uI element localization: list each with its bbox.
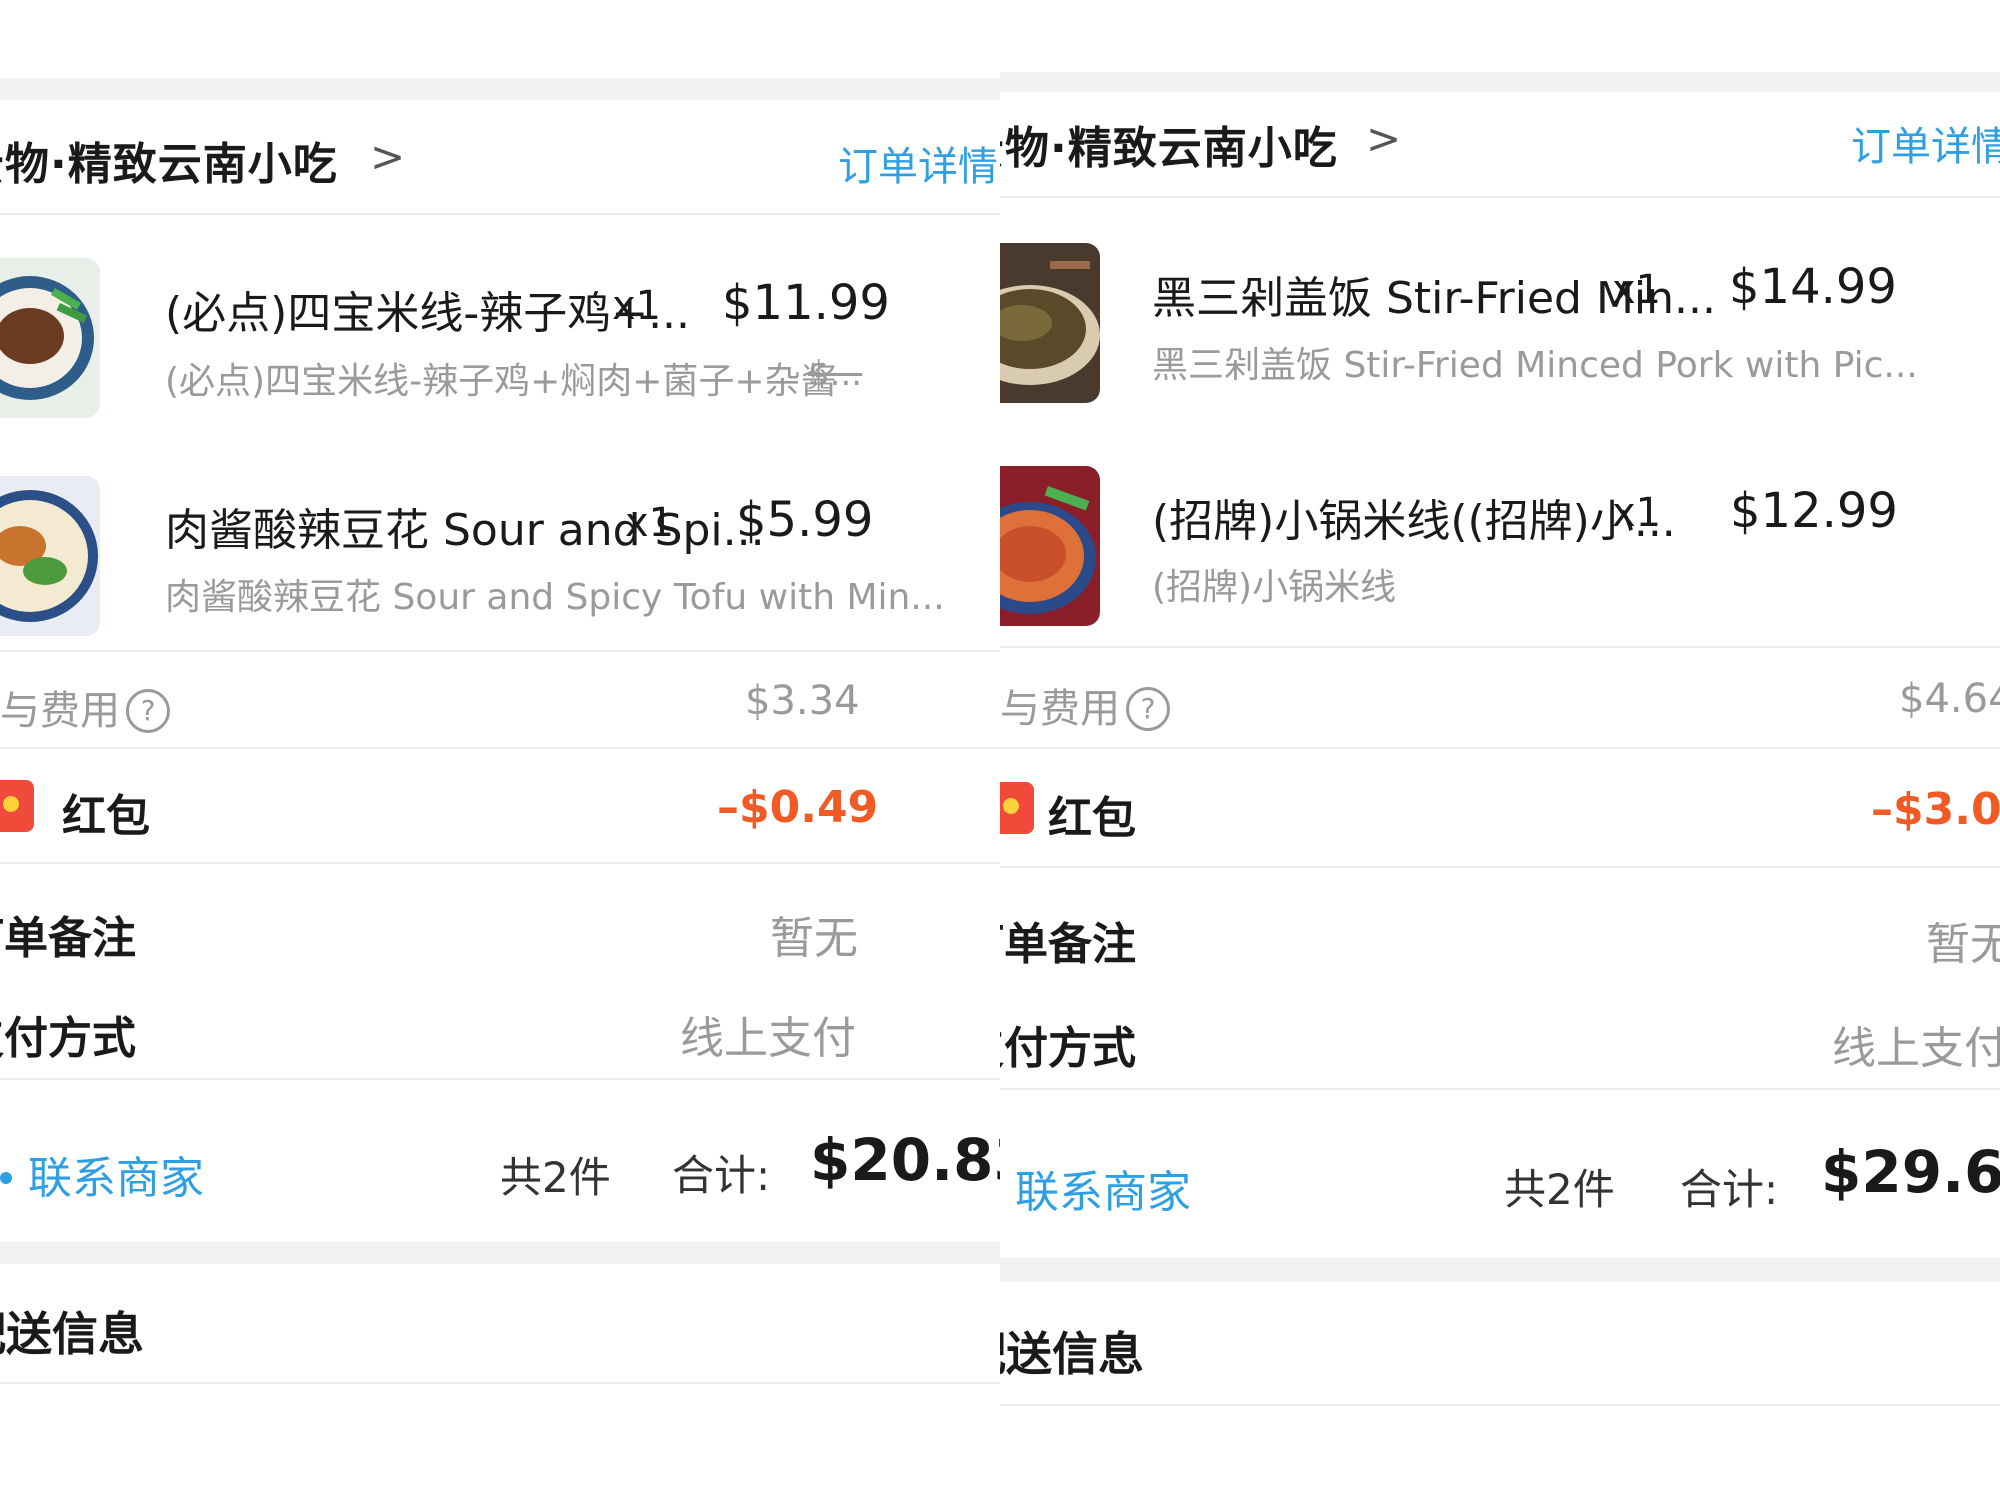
item-image — [0, 258, 100, 418]
order-card-right: 云物·精致云南小吃 > 订单详情 黑三剁盖饭 Stir-Fried Min...… — [1000, 0, 2000, 1499]
contact-merchant-link[interactable]: 联系商家 — [28, 1142, 204, 1206]
item-qty: x1 — [612, 283, 662, 329]
divider — [1000, 866, 2000, 868]
total-amount: $29.62 — [1821, 1138, 2000, 1206]
divider — [1000, 646, 2000, 648]
order-note-label: 订单备注 — [0, 913, 136, 964]
item-price: $5.99 — [736, 492, 874, 548]
item-price: $14.99 — [1729, 259, 1897, 315]
store-name[interactable]: 云物·精致云南小吃 — [1000, 112, 1338, 176]
divider — [0, 1078, 1000, 1080]
item-image — [0, 476, 100, 636]
order-note-value: 暂无 — [770, 913, 858, 964]
total-label: 合计: — [672, 1151, 771, 1200]
contact-dot-icon — [0, 1172, 12, 1184]
total-label: 合计: — [1680, 1165, 1779, 1214]
divider — [1000, 196, 2000, 198]
order-detail-link[interactable]: 订单详情 — [838, 134, 998, 192]
item-qty: x1 — [625, 500, 675, 546]
section-gap — [0, 78, 1000, 100]
item-count: 共2件 — [1504, 1165, 1615, 1214]
divider — [0, 862, 1000, 864]
divider — [0, 650, 1000, 652]
divider — [0, 747, 1000, 749]
redpack-label: 红包 — [62, 791, 150, 842]
fees-amount: $4.64 — [1899, 676, 2000, 722]
redpack-amount: –$3.00 — [1871, 784, 2000, 835]
item-subtitle: 黑三剁盖饭 Stir-Fried Minced Pork with Pic... — [1152, 345, 1918, 386]
item-subtitle: (必点)四宝米线-辣子鸡+焖肉+菌子+杂酱 — [165, 361, 837, 402]
payment-method-value: 线上支付 — [680, 1013, 856, 1064]
order-note-value: 暂无 — [1926, 919, 2000, 970]
chevron-right-icon[interactable]: > — [370, 132, 405, 181]
order-card-left: 云物·精致云南小吃 > 订单详情 (必点)四宝米线-辣子鸡+... x1 $11… — [0, 0, 1000, 1499]
section-gap — [1000, 1258, 2000, 1282]
item-original-price: $... — [808, 354, 863, 394]
red-envelope-icon — [0, 780, 34, 832]
chevron-right-icon[interactable]: > — [1366, 114, 1401, 163]
item-price: $11.99 — [722, 275, 890, 331]
total-amount: $20.83 — [810, 1126, 1000, 1194]
section-gap — [0, 1242, 1000, 1264]
divider — [1000, 1088, 2000, 1090]
divider — [1000, 747, 2000, 749]
store-name[interactable]: 云物·精致云南小吃 — [0, 128, 338, 192]
item-price: $12.99 — [1730, 483, 1898, 539]
item-subtitle: 肉酱酸辣豆花 Sour and Spicy Tofu with Min... — [165, 577, 945, 618]
section-gap — [1000, 72, 2000, 92]
divider — [1000, 1404, 2000, 1406]
delivery-info-label[interactable]: 配送信息 — [0, 1298, 144, 1364]
payment-method-value: 线上支付 — [1832, 1023, 2000, 1074]
order-note-label: 订单备注 — [1000, 919, 1136, 970]
divider — [0, 1382, 1000, 1384]
redpack-amount: –$0.49 — [717, 782, 879, 833]
help-circle-icon[interactable]: ? — [126, 689, 170, 733]
redpack-label: 红包 — [1048, 793, 1136, 844]
contact-merchant-link[interactable]: 联系商家 — [1015, 1156, 1191, 1220]
item-qty: x1 — [1612, 267, 1662, 313]
divider — [0, 213, 1000, 215]
item-name: (招牌)小锅米线((招牌)小... — [1152, 496, 1676, 547]
fees-amount: $3.34 — [745, 678, 860, 724]
payment-method-label: 支付方式 — [1000, 1023, 1136, 1074]
item-qty: x1 — [1612, 490, 1662, 536]
fees-label: 税与费用? — [0, 678, 170, 736]
item-name: 肉酱酸辣豆花 Sour and Spi... — [165, 505, 765, 556]
item-subtitle: (招牌)小锅米线 — [1152, 567, 1397, 608]
fees-label: 税与费用? — [1000, 676, 1170, 734]
fees-label-text: 税与费用 — [1000, 686, 1120, 732]
payment-method-label: 支付方式 — [0, 1013, 136, 1064]
red-envelope-icon — [1000, 782, 1034, 834]
help-circle-icon[interactable]: ? — [1126, 687, 1170, 731]
order-detail-link[interactable]: 订单详情 — [1851, 114, 2000, 172]
item-image — [1000, 243, 1100, 403]
fees-label-text: 税与费用 — [0, 688, 120, 734]
delivery-info-label[interactable]: 配送信息 — [1000, 1318, 1144, 1384]
item-image — [1000, 466, 1100, 626]
item-count: 共2件 — [500, 1153, 611, 1202]
